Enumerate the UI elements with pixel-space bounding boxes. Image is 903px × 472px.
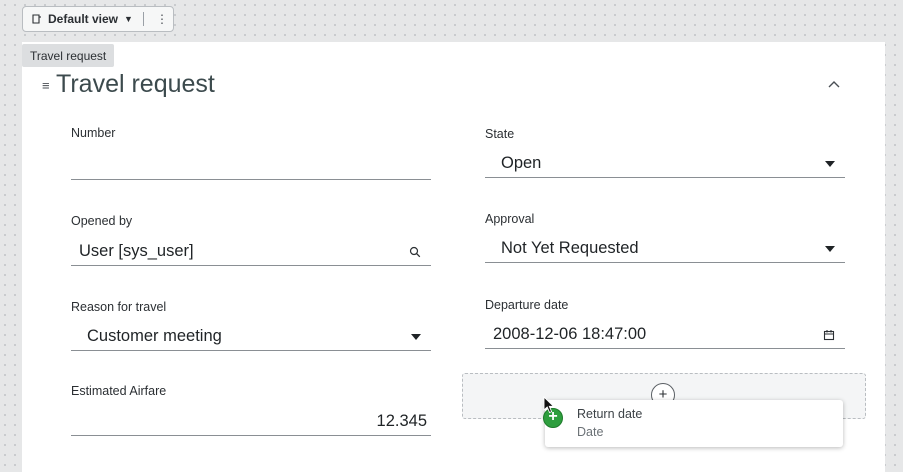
chevron-up-icon[interactable]: [826, 78, 842, 90]
airfare-value: 12.345: [376, 412, 427, 430]
reason-field: Reason for travel Customer meeting: [71, 300, 431, 352]
departure-input[interactable]: 2008-12-06 18:47:00: [485, 321, 845, 349]
number-field: Number: [71, 126, 431, 182]
view-toolbar: Default view ▼ ⋮: [22, 6, 174, 32]
chevron-down-icon: [825, 246, 835, 252]
opened-by-label: Opened by: [71, 214, 133, 228]
number-label: Number: [71, 126, 116, 140]
view-layout-icon: [32, 14, 41, 24]
reason-select[interactable]: Customer meeting: [71, 323, 431, 351]
departure-field: Departure date 2008-12-06 18:47:00: [485, 298, 845, 350]
airfare-input[interactable]: 12.345: [71, 408, 431, 436]
opened-by-input[interactable]: User [sys_user]: [71, 238, 431, 266]
drag-preview-title: Return date: [577, 407, 643, 421]
approval-value: Not Yet Requested: [501, 239, 639, 257]
reason-value: Customer meeting: [87, 327, 222, 345]
state-field: State Open: [485, 127, 845, 179]
opened-by-field: Opened by User [sys_user]: [71, 214, 431, 266]
mouse-cursor-icon: [543, 396, 555, 414]
number-input[interactable]: [71, 152, 431, 180]
search-icon[interactable]: [409, 246, 421, 258]
approval-select[interactable]: Not Yet Requested: [485, 235, 845, 263]
form-title: Travel request: [56, 70, 215, 98]
drag-handle-icon[interactable]: ≡: [42, 78, 50, 93]
state-select[interactable]: Open: [485, 150, 845, 178]
toolbar-divider: [142, 12, 144, 26]
reason-label: Reason for travel: [71, 300, 167, 314]
caret-down-icon: ▼: [124, 14, 133, 24]
approval-label: Approval: [485, 212, 535, 226]
state-label: State: [485, 127, 515, 141]
view-label: Default view: [48, 12, 119, 26]
chevron-down-icon: [411, 334, 421, 340]
more-vertical-icon[interactable]: ⋮: [152, 13, 172, 25]
drag-preview-type: Date: [577, 425, 604, 439]
section-tag[interactable]: Travel request: [22, 44, 115, 67]
departure-value: 2008-12-06 18:47:00: [493, 325, 647, 343]
default-view-button[interactable]: Default view ▼: [23, 7, 139, 31]
approval-field: Approval Not Yet Requested: [485, 212, 845, 264]
departure-label: Departure date: [485, 298, 569, 312]
chevron-down-icon: [825, 161, 835, 167]
drag-preview-card[interactable]: + Return date Date: [543, 400, 843, 447]
airfare-label: Estimated Airfare: [71, 384, 167, 398]
opened-by-value: User [sys_user]: [79, 242, 194, 260]
calendar-icon[interactable]: [823, 329, 835, 341]
airfare-field: Estimated Airfare 12.345: [71, 384, 431, 438]
state-value: Open: [501, 154, 542, 172]
